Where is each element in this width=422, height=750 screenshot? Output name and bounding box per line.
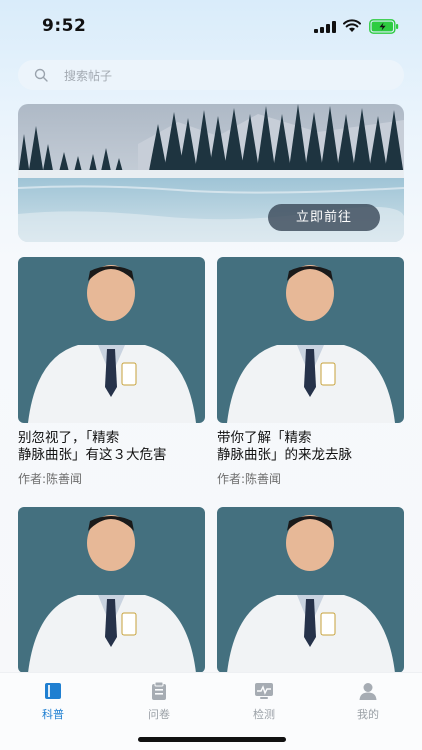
tab-label: 我的	[357, 708, 379, 721]
tab-label: 检测	[253, 708, 275, 721]
post-title[interactable]: 带你了解「精索 静脉曲张」的来龙去脉	[217, 430, 407, 464]
home-indicator[interactable]	[138, 737, 286, 742]
clock: 9:52	[42, 16, 87, 36]
doctor-photo	[18, 257, 205, 423]
status-bar: 9:52	[0, 0, 422, 54]
wifi-icon	[343, 19, 361, 32]
post-title[interactable]: 别忽视了，「精索 静脉曲张」有这３大危害	[18, 430, 208, 464]
tab-label: 科普	[42, 708, 64, 721]
person-icon	[359, 683, 377, 700]
tab-science[interactable]: 科普	[23, 681, 83, 722]
monitor-icon	[255, 683, 273, 699]
tab-mine[interactable]: 我的	[338, 681, 398, 722]
signal-icon	[314, 21, 336, 33]
doctor-photo	[217, 507, 404, 673]
post-author: 作者:陈善闻	[217, 472, 282, 486]
post-author: 作者:陈善闻	[18, 472, 83, 486]
tab-detection[interactable]: 检测	[234, 681, 294, 722]
search-input[interactable]: 搜索帖子	[64, 67, 112, 84]
clipboard-icon	[152, 681, 166, 700]
search-bar[interactable]: 搜索帖子	[18, 60, 404, 90]
banner[interactable]: 立即前往	[18, 104, 404, 242]
tab-label: 问卷	[148, 708, 170, 721]
doctor-photo	[217, 257, 404, 423]
book-icon	[45, 683, 61, 699]
tab-questionnaire[interactable]: 问卷	[129, 681, 189, 722]
battery-icon	[369, 19, 399, 34]
search-icon	[34, 68, 48, 82]
go-now-button[interactable]: 立即前往	[268, 204, 380, 231]
doctor-photo	[18, 507, 205, 673]
